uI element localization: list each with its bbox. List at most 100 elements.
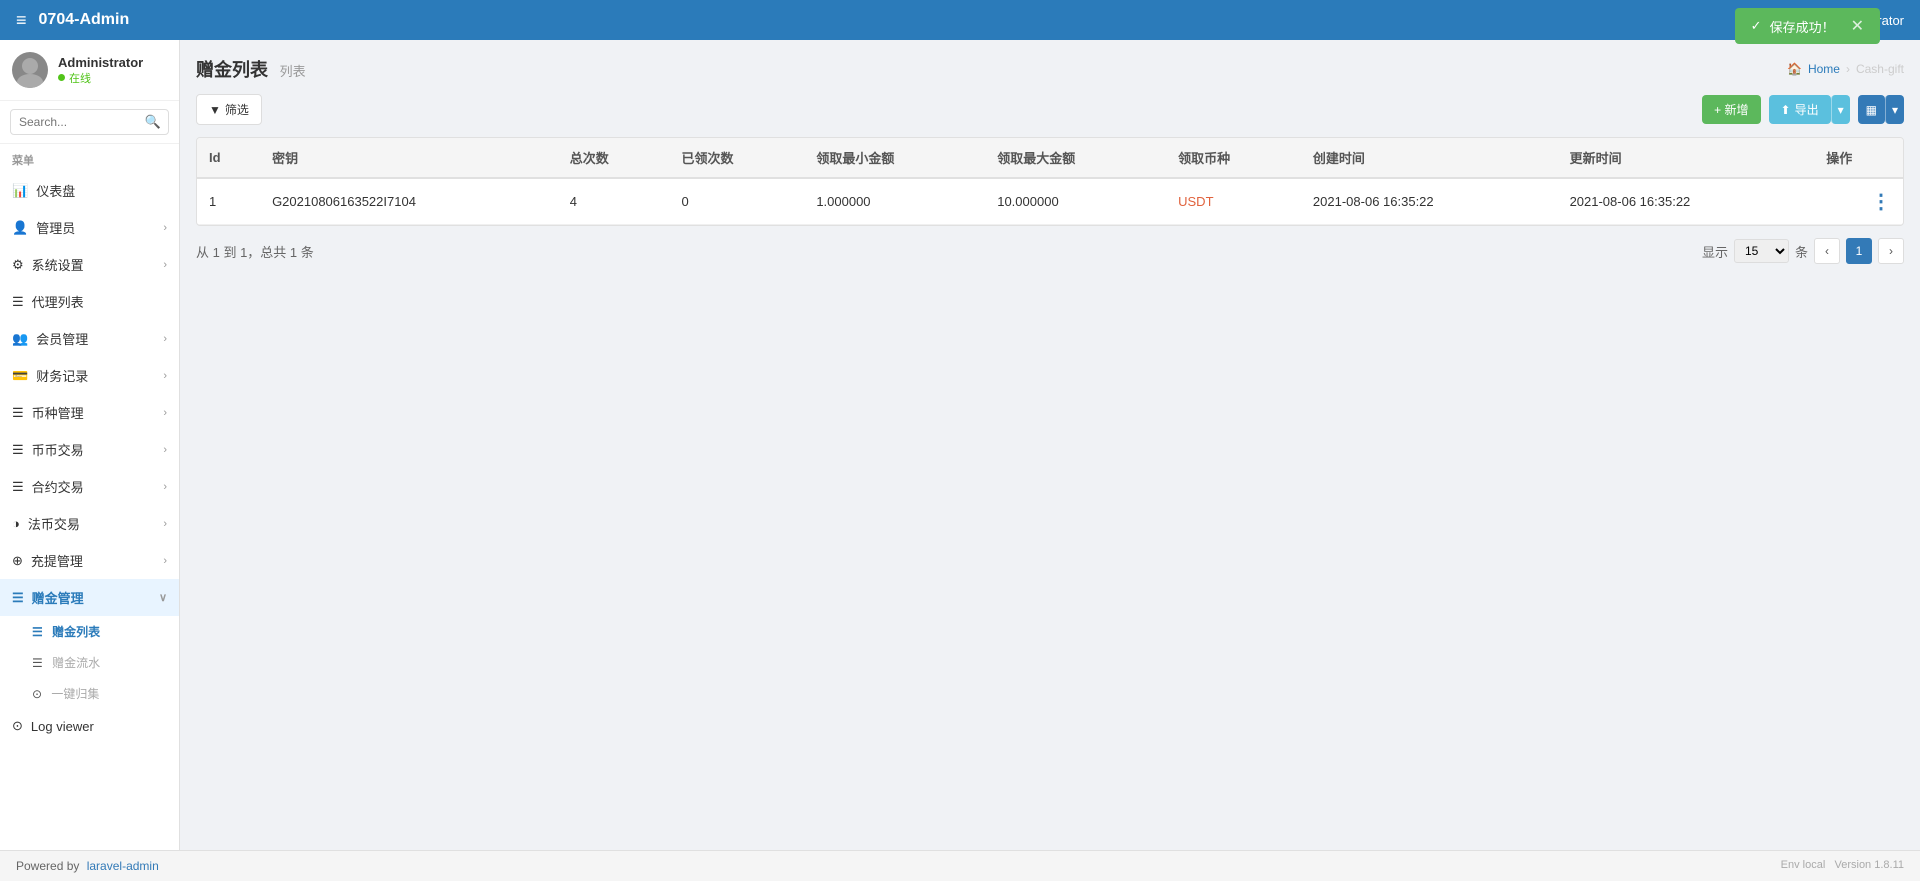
prev-page-button[interactable]: ‹ [1814,238,1840,264]
col-key: 密钥 [260,138,558,178]
sidebar-label-admin: 管理员 [36,218,75,237]
sidebar-sub-item-gift-flow[interactable]: ☰ 赠金流水 [0,647,179,678]
toolbar-left: ▼ 筛选 [196,94,262,125]
action-menu-icon[interactable]: ⋮ [1871,191,1891,213]
sidebar-item-admin[interactable]: 👤 管理员 › [0,209,179,246]
sidebar-item-fiat[interactable]: ◑ 法币交易 › [0,505,179,542]
pagination-summary: 从 1 到 1，总共 1 条 [196,242,314,261]
col-total: 总次数 [558,138,670,178]
export-dropdown-button[interactable]: ▾ [1831,95,1850,124]
filter-button[interactable]: ▼ 筛选 [196,94,262,125]
breadcrumb-bar: 赠金列表 列表 🏠 Home › Cash-gift [196,56,1904,82]
new-button[interactable]: + 新增 [1702,95,1760,124]
sidebar-item-recharge[interactable]: ⊕ 充提管理 › [0,542,179,579]
cell-id: 1 [197,178,260,225]
display-label: 显示 [1702,242,1728,261]
laravel-admin-link[interactable]: laravel-admin [87,859,159,873]
sidebar-item-trade[interactable]: ☰ 币币交易 › [0,431,179,468]
gift-list-icon: ☰ [32,625,43,639]
breadcrumb-current: Cash-gift [1856,62,1904,76]
recharge-icon: ⊕ [12,553,23,569]
chevron-right-icon-7: › [163,481,167,493]
env-text: Env local [1781,859,1826,871]
dashboard-icon: 📊 [12,183,28,199]
fiat-icon: ◑ [12,516,20,531]
cell-key: G20210806163522I7104 [260,178,558,225]
sidebar-item-gift[interactable]: ☰ 赠金管理 ∨ [0,579,179,616]
chevron-right-icon-8: › [163,518,167,530]
breadcrumb-home[interactable]: Home [1808,62,1840,76]
main-content: 赠金列表 列表 🏠 Home › Cash-gift ▼ 筛选 + 新增 [180,40,1920,850]
status-dot [58,74,65,81]
sidebar-item-currency[interactable]: ☰ 币种管理 › [0,394,179,431]
chevron-down-icon: ∨ [159,591,167,604]
currency-icon: ☰ [12,405,24,421]
toast-close-icon[interactable]: ✕ [1851,16,1864,36]
table-body: 1 G20210806163522I7104 4 0 1.000000 10.0… [197,178,1903,225]
log-icon: ⊙ [12,718,23,734]
data-table: Id 密钥 总次数 已领次数 领取最小金额 领取最大金额 领取币种 创建时间 更… [197,138,1903,225]
footer-left: Powered by laravel-admin [16,859,159,873]
sidebar-label-fiat: 法币交易 [28,514,80,533]
footer-right: Env local Version 1.8.11 [1781,859,1904,873]
columns-button[interactable]: ▦ [1858,95,1885,124]
table-row: 1 G20210806163522I7104 4 0 1.000000 10.0… [197,178,1903,225]
chevron-right-icon-2: › [163,259,167,271]
sidebar-item-finance[interactable]: 💳 财务记录 › [0,357,179,394]
contract-icon: ☰ [12,479,24,495]
page-subtitle: 列表 [280,64,306,79]
chevron-right-icon: › [163,222,167,234]
sidebar-item-contract[interactable]: ☰ 合约交易 › [0,468,179,505]
sidebar-item-member[interactable]: 👥 会员管理 › [0,320,179,357]
col-created: 创建时间 [1301,138,1558,178]
export-group: ⬆ 导出 ▾ [1769,95,1850,124]
sidebar-item-agent[interactable]: ☰ 代理列表 [0,283,179,320]
export-icon: ⬆ [1781,103,1791,117]
col-actions: 操作 [1814,138,1903,178]
col-id: Id [197,138,260,178]
next-page-button[interactable]: › [1878,238,1904,264]
hamburger-icon[interactable]: ≡ [16,10,27,31]
cell-total: 4 [558,178,670,225]
sidebar-label-member: 会员管理 [36,329,88,348]
col-currency: 领取币种 [1166,138,1301,178]
export-button[interactable]: ⬆ 导出 [1769,95,1831,124]
sidebar-sub-item-gift-list[interactable]: ☰ 赠金列表 [0,616,179,647]
member-icon: 👥 [12,331,28,347]
table-header: Id 密钥 总次数 已领次数 领取最小金额 领取最大金额 领取币种 创建时间 更… [197,138,1903,178]
sidebar-item-system[interactable]: ⚙ 系统设置 › [0,246,179,283]
gift-flow-icon: ☰ [32,656,43,670]
cell-claimed: 0 [670,178,805,225]
sidebar-sub-item-one-key[interactable]: ⊙ 一键归集 [0,678,179,709]
page-title: 赠金列表 [196,60,268,80]
sidebar-item-logviewer[interactable]: ⊙ Log viewer [0,709,179,743]
menu-label: 菜单 [0,144,179,172]
version-text: Version 1.8.11 [1834,859,1904,871]
page-1-button[interactable]: 1 [1846,238,1872,264]
cell-currency[interactable]: USDT [1166,178,1301,225]
app-title: 0704-Admin [39,11,130,29]
sidebar-label-gift: 赠金管理 [32,588,84,607]
finance-icon: 💳 [12,368,28,384]
chevron-right-icon-9: › [163,555,167,567]
cell-actions: ⋮ [1814,178,1903,225]
cell-created: 2021-08-06 16:35:22 [1301,178,1558,225]
toolbar: ▼ 筛选 + 新增 ⬆ 导出 ▾ ▦ [196,94,1904,125]
powered-by-text: Powered by [16,859,79,873]
layout: Administrator 在线 🔍 菜单 📊 仪表盘 👤 [0,40,1920,850]
sidebar-item-dashboard[interactable]: 📊 仪表盘 [0,172,179,209]
chevron-right-icon-4: › [163,370,167,382]
top-nav: ≡ 0704-Admin ↻ A Administrator [0,0,1920,40]
toast-check-icon: ✓ [1751,18,1762,34]
sidebar-label-agent: 代理列表 [32,292,84,311]
columns-dropdown-button[interactable]: ▾ [1885,95,1904,124]
page-size-select[interactable]: 15 30 50 100 [1734,239,1789,263]
agent-icon: ☰ [12,294,24,310]
chevron-right-icon-5: › [163,407,167,419]
footer: Powered by laravel-admin Env local Versi… [0,850,1920,881]
page-title-area: 赠金列表 列表 [196,56,306,82]
sidebar-label-currency: 币种管理 [32,403,84,422]
cell-max: 10.000000 [985,178,1166,225]
toast-success: ✓ 保存成功！ ✕ [1735,8,1880,44]
columns-group: ▦ ▾ [1858,95,1904,124]
